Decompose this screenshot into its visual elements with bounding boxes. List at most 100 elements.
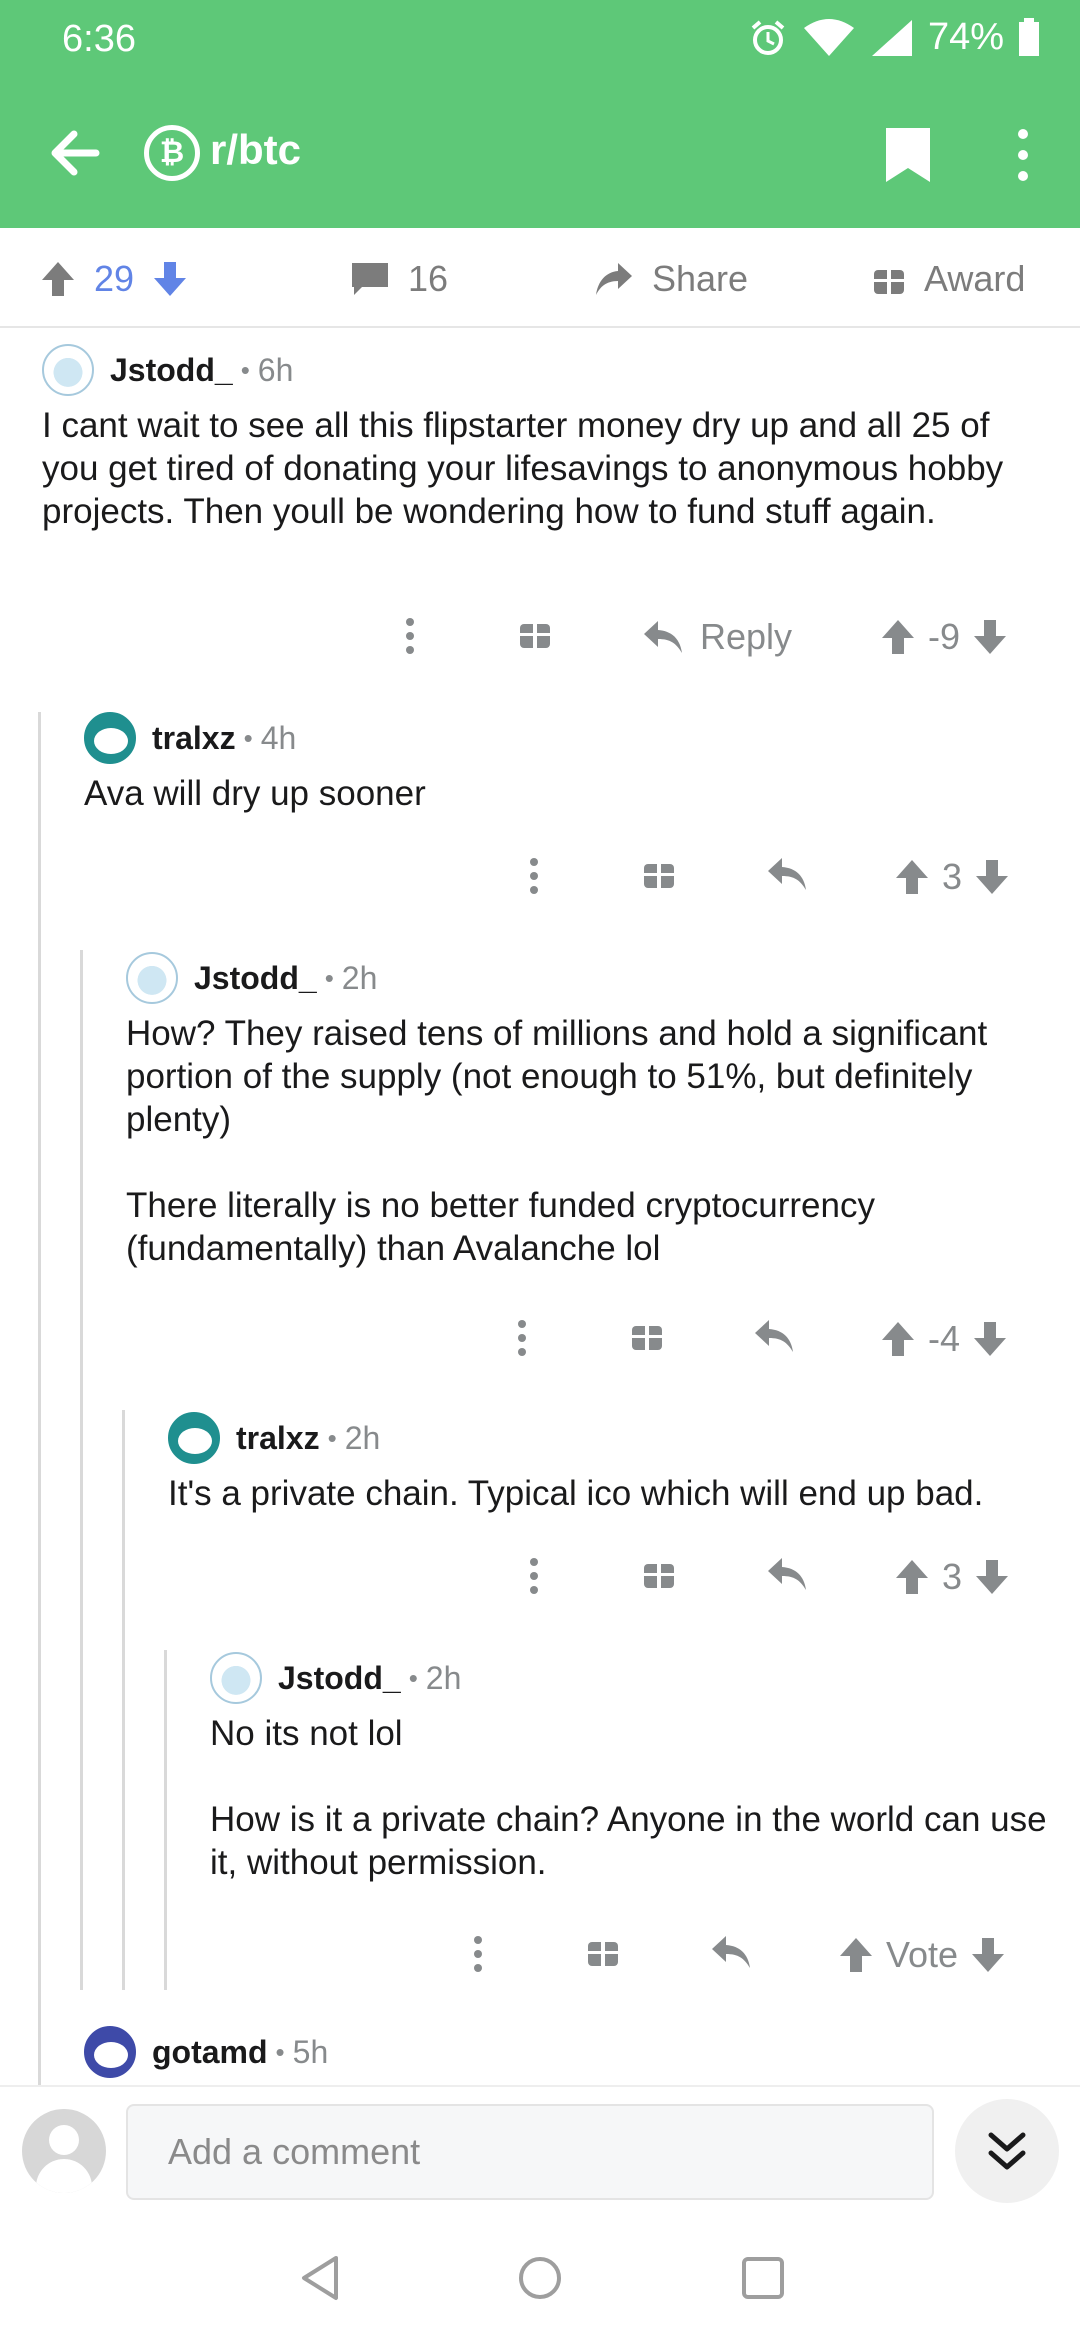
vote-controls: -9 [880,616,1008,658]
comment-age: 2h [425,1659,462,1696]
comment-age: 2h [341,959,378,996]
subreddit-name[interactable]: r/btc [210,126,301,174]
vote-controls: 3 [894,856,1010,898]
comment-author[interactable]: tralxz [236,1420,320,1457]
separator-dot: • [243,722,253,753]
comment-text: How is it a private chain? Anyone in the… [210,1800,1047,1882]
vote-controls: 3 [894,1556,1010,1598]
gift-icon[interactable] [642,856,676,890]
vote-controls: -4 [880,1318,1008,1360]
comment-text: There literally is no better funded cryp… [126,1186,875,1268]
gift-icon[interactable] [630,1318,664,1352]
recents-nav-icon[interactable] [740,2253,786,2303]
more-options-icon[interactable] [1000,124,1046,186]
comment-author[interactable]: gotamd [152,2034,268,2071]
avatar[interactable] [126,952,178,1004]
comment-meta: Jstodd_ • 6h [42,344,293,396]
comment-author[interactable]: Jstodd_ [278,1660,401,1697]
vote-label: Vote [886,1934,959,1975]
comment-age: 6h [257,351,294,388]
downvote-icon[interactable] [152,260,188,298]
downvote-icon[interactable] [970,1936,1006,1974]
avatar[interactable] [42,344,94,396]
thread-line[interactable] [80,950,83,1990]
reply-icon[interactable] [753,1318,795,1354]
reply-icon[interactable] [710,1934,752,1970]
comment-age: 5h [292,2033,329,2070]
battery-icon [1019,17,1039,56]
avatar[interactable] [84,712,136,764]
back-arrow-icon[interactable] [40,118,110,188]
gift-icon[interactable] [518,616,552,650]
comment-meta: Jstodd_ • 2h [210,1652,461,1704]
gift-icon[interactable] [642,1556,676,1590]
reply-icon[interactable] [766,856,808,892]
avatar[interactable] [168,1412,220,1464]
separator-dot: • [408,1662,418,1693]
more-options-icon[interactable] [403,616,417,656]
comment-meta: tralxz • 4h [84,712,296,764]
comment-actions: 3 [0,848,1080,908]
separator-dot: • [275,2036,285,2067]
share-label: Share [652,258,749,299]
comments-button[interactable]: 16 [350,258,448,300]
comment-actions: Vote [0,1926,1080,1986]
comment-input[interactable]: Add a comment [126,2104,934,2200]
comment-body: How? They raised tens of millions and ho… [126,1012,1056,1270]
comment-author[interactable]: tralxz [152,720,236,757]
comment-age: 2h [344,1419,381,1456]
thread-line[interactable] [122,1410,125,1990]
comment-actions: -4 [0,1310,1080,1370]
comment-composer: Add a comment [0,2085,1080,2215]
post-action-bar: 29 16 Share Award [0,228,1080,328]
reply-icon [644,621,682,653]
upvote-icon[interactable] [894,858,930,896]
avatar[interactable] [84,2026,136,2078]
more-options-icon[interactable] [527,856,541,896]
comment-text: It's a private chain. Typical ico which … [168,1474,984,1513]
reply-button[interactable]: Reply [642,616,792,658]
upvote-icon[interactable] [880,1320,916,1358]
bookmark-icon[interactable] [880,124,936,186]
bitcoin-icon[interactable]: ₿ [144,125,200,181]
comment-meta: Jstodd_ • 2h [126,952,377,1004]
gift-icon[interactable] [586,1934,620,1968]
reply-icon[interactable] [766,1556,808,1592]
user-avatar[interactable] [22,2109,106,2193]
system-nav-bar [0,2215,1080,2340]
upvote-icon[interactable] [880,618,916,656]
separator-dot: • [240,354,250,385]
upvote-icon[interactable] [838,1936,874,1974]
comment-score: 3 [942,856,963,897]
more-options-icon[interactable] [471,1934,485,1974]
share-button[interactable]: Share [594,258,748,300]
upvote-icon[interactable] [40,260,76,298]
downvote-icon[interactable] [974,1558,1010,1596]
downvote-icon[interactable] [974,858,1010,896]
gift-icon [874,266,904,294]
back-nav-icon[interactable] [296,2253,344,2303]
collapse-button[interactable] [955,2099,1059,2203]
comment-score: -4 [928,1318,961,1359]
comment-body: It's a private chain. Typical ico which … [168,1472,1058,1515]
upvote-icon[interactable] [894,1558,930,1596]
home-nav-icon[interactable] [516,2253,564,2303]
comment-age: 4h [260,719,297,756]
more-options-icon[interactable] [527,1556,541,1596]
comment-body: Ava will dry up sooner [84,772,1044,815]
award-button[interactable]: Award [872,258,1025,300]
more-options-icon[interactable] [515,1318,529,1358]
downvote-icon[interactable] [972,618,1008,656]
post-score: 29 [94,258,135,299]
comment-body: No its not lol How is it a private chain… [210,1712,1060,1884]
downvote-icon[interactable] [972,1320,1008,1358]
thread-line[interactable] [38,712,41,2085]
comment-text: I cant wait to see all this flipstarter … [42,406,1004,531]
comment-meta: gotamd • 5h [84,2026,328,2078]
wifi-icon [803,18,854,56]
comment-body: I cant wait to see all this flipstarter … [42,404,1042,533]
comment-author[interactable]: Jstodd_ [194,960,317,997]
comment-author[interactable]: Jstodd_ [110,352,233,389]
separator-dot: • [324,962,334,993]
avatar[interactable] [210,1652,262,1704]
